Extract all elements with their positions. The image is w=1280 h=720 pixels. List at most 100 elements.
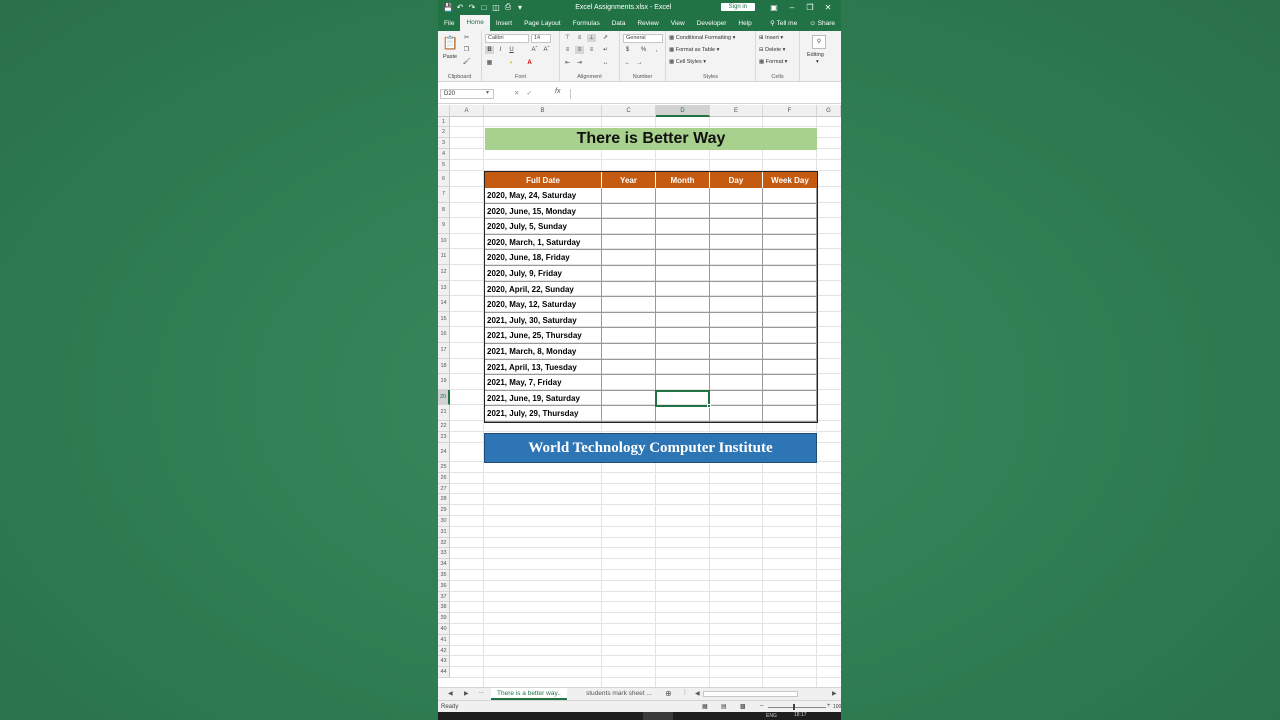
header-week-day[interactable]: Week Day (763, 172, 817, 188)
row-header[interactable]: 30 (438, 516, 450, 527)
accounting-format-icon[interactable]: $ (623, 46, 632, 54)
align-center-icon[interactable]: ≡ (575, 46, 584, 54)
empty-cell[interactable] (602, 359, 656, 376)
empty-cell[interactable] (656, 312, 710, 329)
full-date-cell[interactable]: 2021, June, 25, Thursday (485, 328, 602, 344)
row-header[interactable]: 11 (438, 249, 450, 265)
full-date-cell[interactable]: 2020, March, 1, Saturday (485, 234, 602, 251)
empty-cell[interactable] (656, 297, 710, 313)
full-date-cell[interactable]: 2020, June, 15, Monday (485, 203, 602, 220)
taskbar-app-button[interactable] (643, 712, 673, 720)
normal-view-icon[interactable]: ▦ (702, 703, 708, 710)
zoom-slider-thumb[interactable] (793, 704, 795, 710)
empty-cell[interactable] (710, 234, 763, 251)
column-header-b[interactable]: B (484, 105, 602, 117)
bold-icon[interactable]: B (485, 46, 494, 54)
format-as-table-button[interactable]: ▦ Format as Table ▾ (669, 47, 719, 53)
sheet-title[interactable]: There is Better Way (485, 128, 817, 150)
full-date-cell[interactable]: 2020, July, 5, Sunday (485, 219, 602, 235)
cancel-icon[interactable]: ✕ (514, 90, 526, 97)
select-all-corner[interactable] (438, 105, 450, 117)
tab-help[interactable]: Help (732, 16, 757, 31)
header-full-date[interactable]: Full Date (485, 172, 602, 188)
empty-cell[interactable] (656, 203, 710, 220)
empty-cell[interactable] (602, 297, 656, 313)
row-header[interactable]: 35 (438, 570, 450, 581)
empty-cell[interactable] (763, 390, 817, 407)
customize-toolbar-icon[interactable]: ▾ (514, 3, 526, 12)
scroll-tab-right-icon[interactable]: ▶ (464, 690, 469, 697)
tab-review[interactable]: Review (631, 16, 664, 31)
conditional-formatting-button[interactable]: ▦ Conditional Formatting ▾ (669, 35, 735, 41)
insert-cells-button[interactable]: ⊞ Insert ▾ (759, 35, 783, 41)
format-painter-icon[interactable]: 🖌 (462, 58, 471, 66)
row-header[interactable]: 14 (438, 296, 450, 312)
sheet-tab-better-way[interactable]: There is a better way.. (491, 688, 567, 700)
footer-institute-name[interactable]: World Technology Computer Institute (484, 433, 817, 463)
row-header[interactable]: 15 (438, 311, 450, 328)
row-header[interactable]: 39 (438, 613, 450, 624)
full-date-cell[interactable]: 2020, May, 12, Saturday (485, 297, 602, 313)
empty-cell[interactable] (710, 203, 763, 220)
empty-cell[interactable] (763, 344, 817, 360)
row-header[interactable]: 29 (438, 505, 450, 516)
row-header[interactable]: 40 (438, 624, 450, 635)
empty-cell[interactable] (763, 406, 817, 422)
full-date-cell[interactable]: 2021, July, 30, Saturday (485, 312, 602, 329)
horizontal-scrollbar-thumb[interactable] (703, 691, 798, 697)
open-file-icon[interactable]: ◫ (490, 3, 502, 12)
empty-cell[interactable] (710, 390, 763, 407)
empty-cell[interactable] (602, 266, 656, 282)
empty-cell[interactable] (602, 281, 656, 298)
empty-cell[interactable] (656, 328, 710, 344)
copy-icon[interactable]: ❐ (462, 46, 471, 54)
row-header[interactable]: 8 (438, 202, 450, 219)
empty-cell[interactable] (656, 375, 710, 391)
borders-icon[interactable]: ▦ (485, 59, 494, 67)
empty-cell[interactable] (763, 234, 817, 251)
tab-splitter[interactable]: ⋮ (682, 689, 688, 696)
orientation-icon[interactable]: ⇗ (601, 34, 610, 42)
delete-cells-button[interactable]: ⊟ Delete ▾ (759, 47, 785, 53)
empty-cell[interactable] (656, 188, 710, 204)
row-header[interactable]: 36 (438, 580, 450, 592)
minimize-icon[interactable]: – (783, 3, 801, 12)
empty-cell[interactable] (656, 281, 710, 298)
column-header-e[interactable]: E (710, 105, 763, 117)
new-file-icon[interactable]: □ (478, 3, 490, 12)
search-icon[interactable]: ⚲ (812, 35, 826, 49)
row-header[interactable]: 24 (438, 443, 450, 462)
empty-cell[interactable] (710, 375, 763, 391)
row-header[interactable]: 42 (438, 645, 450, 657)
empty-cell[interactable] (710, 297, 763, 313)
row-header[interactable]: 6 (438, 171, 450, 187)
align-bottom-icon[interactable]: ⊥ (587, 34, 596, 42)
empty-cell[interactable] (710, 188, 763, 204)
tab-page-layout[interactable]: Page Layout (518, 16, 567, 31)
empty-cell[interactable] (710, 406, 763, 422)
empty-cell[interactable] (602, 250, 656, 266)
header-day[interactable]: Day (710, 172, 763, 188)
undo-icon[interactable]: ↶ (454, 3, 466, 12)
insert-function-icon[interactable]: fx (555, 88, 560, 95)
full-date-cell[interactable]: 2020, April, 22, Sunday (485, 281, 602, 298)
row-header[interactable]: 19 (438, 374, 450, 390)
fill-handle[interactable] (707, 404, 711, 408)
page-layout-view-icon[interactable]: ▤ (721, 703, 727, 710)
row-header[interactable]: 32 (438, 537, 450, 549)
tab-formulas[interactable]: Formulas (567, 16, 606, 31)
redo-icon[interactable]: ↷ (466, 3, 478, 12)
cell-styles-button[interactable]: ▦ Cell Styles ▾ (669, 59, 706, 65)
row-header[interactable]: 3 (438, 138, 450, 149)
empty-cell[interactable] (656, 359, 710, 376)
decrease-indent-icon[interactable]: ⇤ (563, 59, 572, 67)
empty-cell[interactable] (763, 188, 817, 204)
restore-icon[interactable]: ❐ (801, 3, 819, 12)
row-header[interactable]: 44 (438, 667, 450, 678)
empty-cell[interactable] (763, 281, 817, 298)
worksheet-grid[interactable]: A B C D E F G 1 2 3 4 5 6 7 8 9 10 11 12 13 14 15 16 17 1… (438, 105, 841, 687)
enter-icon[interactable]: ✓ (526, 90, 538, 97)
empty-cell[interactable] (656, 344, 710, 360)
column-header-d[interactable]: D (656, 105, 710, 117)
cut-icon[interactable]: ✂ (462, 34, 471, 42)
